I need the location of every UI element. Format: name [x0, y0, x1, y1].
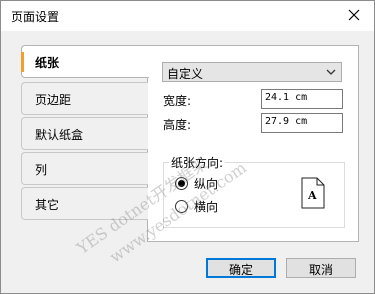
page-setup-dialog: 页面设置 纸张 页边距 默认纸盒 列 其它 自定义 宽度: 24.1 cm 高度… [0, 0, 375, 294]
height-value: 27.9 cm [265, 116, 308, 127]
tab-label: 页边距 [35, 93, 72, 107]
cancel-button-label: 取消 [308, 263, 333, 277]
page-preview-letter: A [307, 189, 317, 202]
orientation-group-title: 纸张方向: [169, 154, 226, 171]
cancel-button[interactable]: 取消 [286, 258, 356, 278]
tab-label: 列 [35, 163, 48, 177]
tab-label: 默认纸盒 [35, 128, 84, 142]
tab-other[interactable]: 其它 [21, 187, 148, 220]
height-label: 高度: [163, 118, 192, 132]
width-value: 24.1 cm [265, 92, 308, 103]
tab-columns[interactable]: 列 [21, 152, 148, 185]
title-bar: 页面设置 [1, 1, 374, 31]
paper-size-value: 自定义 [167, 67, 204, 81]
dialog-title: 页面设置 [11, 10, 60, 24]
tab-margins[interactable]: 页边距 [21, 82, 148, 115]
tab-default-tray[interactable]: 默认纸盒 [21, 117, 148, 150]
tab-label: 其它 [35, 198, 60, 212]
ok-button-label: 确定 [228, 263, 253, 277]
close-icon[interactable] [346, 7, 362, 23]
portrait-label[interactable]: 纵向 [194, 175, 218, 192]
page-preview-icon: A [301, 177, 325, 209]
width-field[interactable]: 24.1 cm [261, 89, 343, 109]
ok-button[interactable]: 确定 [206, 258, 276, 278]
tab-paper[interactable]: 纸张 [21, 45, 149, 78]
chevron-down-icon [326, 69, 336, 75]
height-field[interactable]: 27.9 cm [261, 113, 343, 133]
landscape-radio[interactable] [175, 200, 188, 213]
landscape-label[interactable]: 横向 [194, 198, 218, 215]
paper-size-select[interactable]: 自定义 [162, 62, 342, 82]
portrait-radio[interactable] [175, 177, 188, 190]
tab-label: 纸张 [35, 56, 60, 70]
width-label: 宽度: [163, 94, 192, 108]
